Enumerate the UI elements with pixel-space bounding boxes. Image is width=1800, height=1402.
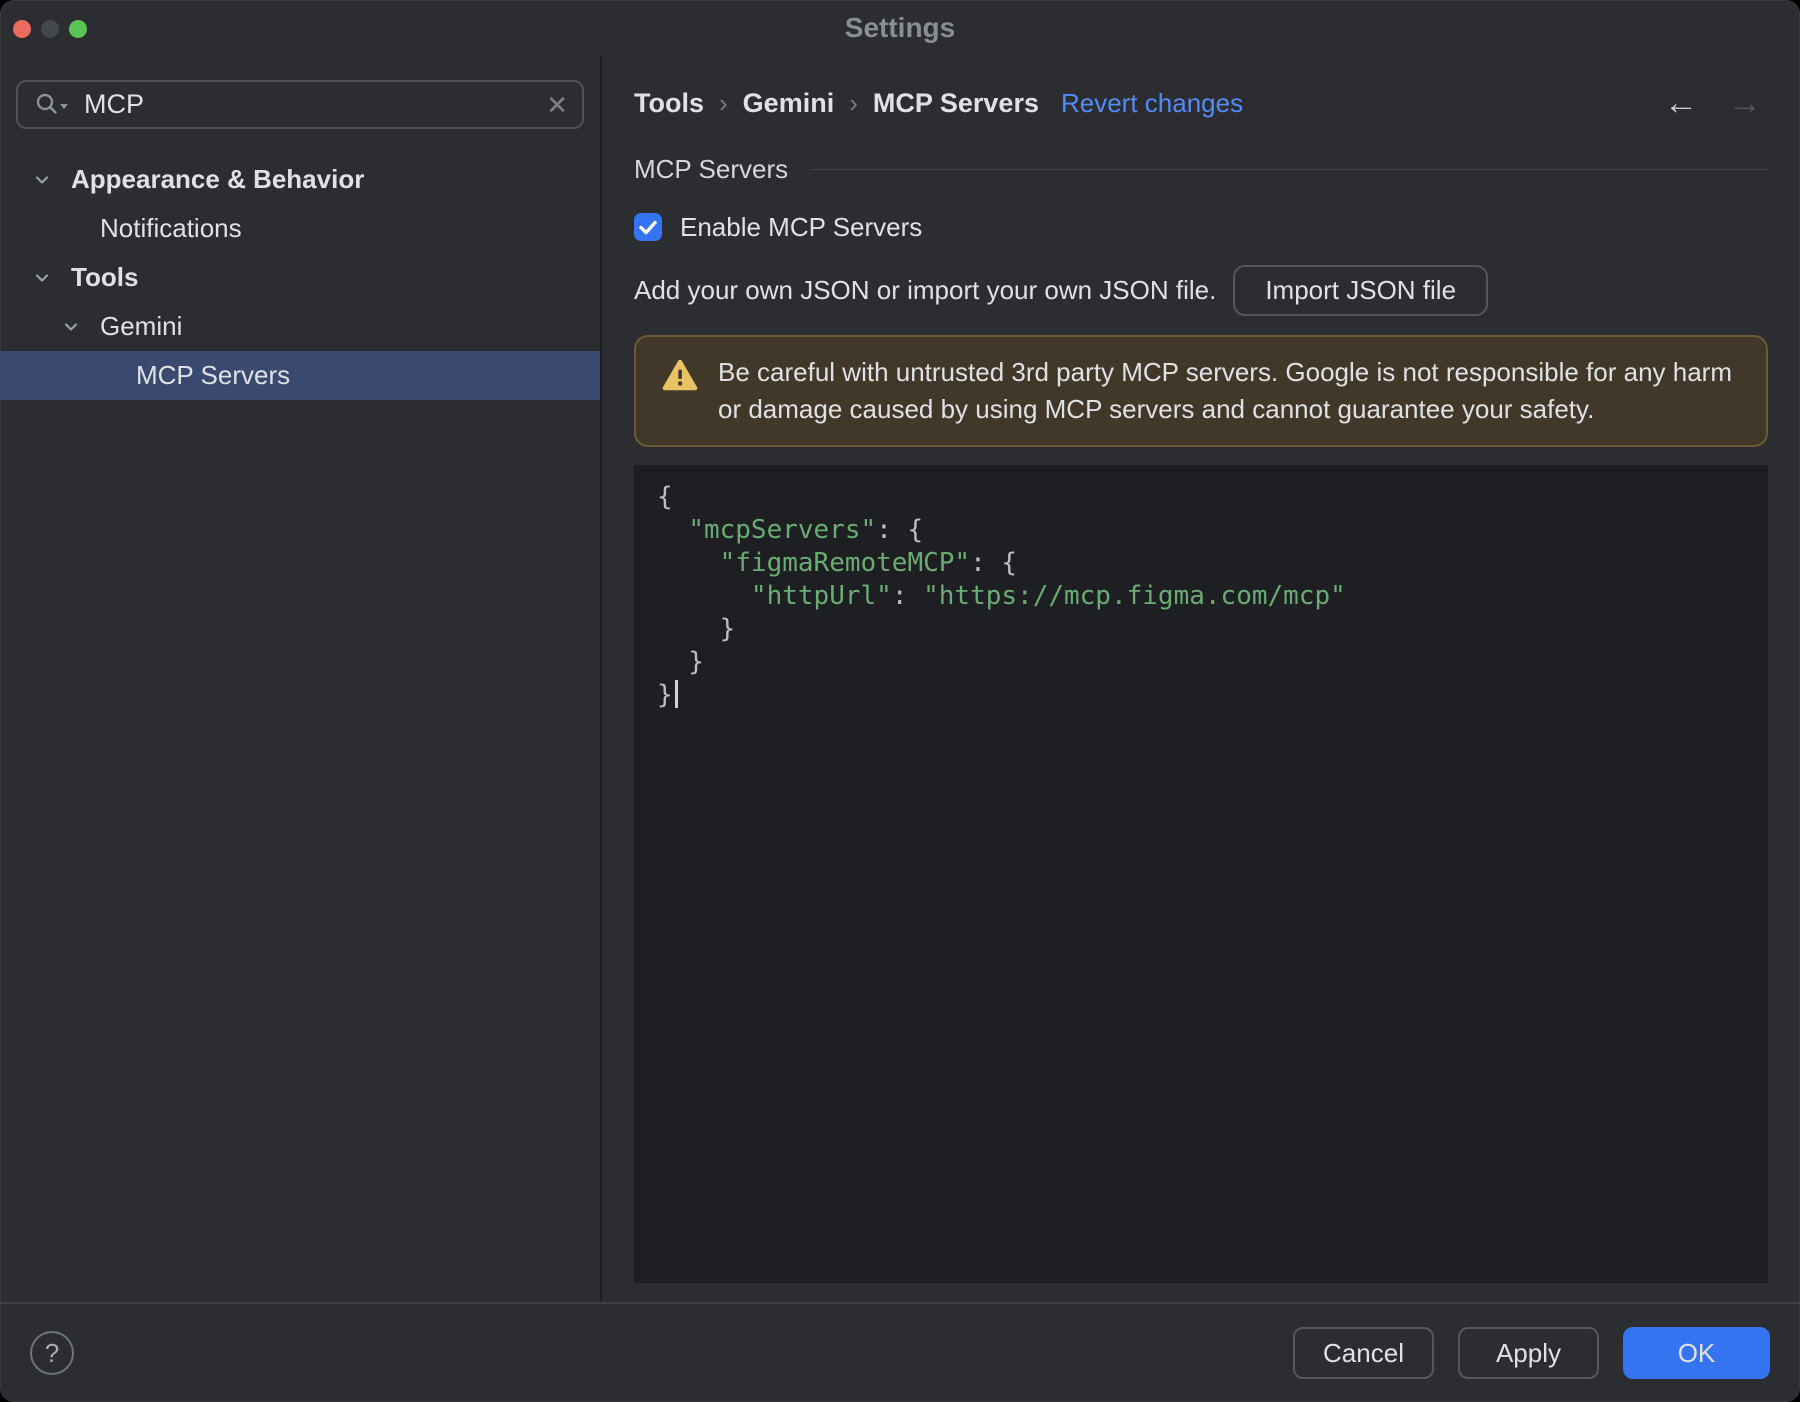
checkmark-icon: [639, 220, 657, 235]
sidebar-item-label: Notifications: [100, 213, 242, 243]
json-editor[interactable]: { "mcpServers": { "figmaRemoteMCP": { "h…: [634, 465, 1768, 1283]
json-key: "httpUrl": [750, 581, 892, 611]
json-string: "https://mcp.figma.com/mcp": [923, 581, 1346, 611]
clear-search-icon[interactable]: ✕: [546, 92, 568, 118]
sidebar-item-label: Appearance & Behavior: [71, 164, 365, 194]
mcp-servers-panel: Tools › Gemini › MCP Servers Revert chan…: [602, 55, 1800, 1302]
enable-mcp-row: Enable MCP Servers: [634, 205, 1768, 249]
dialog-footer: ? Cancel Apply OK: [0, 1302, 1800, 1402]
footer-buttons: Cancel Apply OK: [1293, 1327, 1770, 1379]
forward-arrow-icon[interactable]: →: [1728, 86, 1762, 120]
json-punct: [657, 515, 688, 545]
code-line: }: [657, 679, 1768, 712]
json-punct: }: [657, 614, 736, 644]
history-nav: ← →: [1664, 86, 1768, 120]
text-caret: [674, 679, 678, 708]
sidebar-item-mcp-servers[interactable]: MCP Servers: [0, 351, 600, 400]
sidebar-item-label: Tools: [71, 262, 139, 292]
sidebar-item-tools[interactable]: Tools: [0, 253, 600, 302]
sidebar-item-notifications[interactable]: Notifications: [0, 204, 600, 253]
json-punct: [657, 548, 720, 578]
json-key: "figmaRemoteMCP": [719, 548, 971, 578]
code-line: }: [657, 646, 1768, 679]
section-header: MCP Servers: [634, 147, 1768, 191]
json-punct: {: [657, 482, 673, 512]
back-arrow-icon[interactable]: ←: [1664, 86, 1698, 120]
revert-changes-link[interactable]: Revert changes: [1061, 88, 1243, 119]
cancel-button[interactable]: Cancel: [1293, 1327, 1434, 1379]
json-punct: [657, 581, 751, 611]
ok-button[interactable]: OK: [1623, 1327, 1770, 1379]
apply-button[interactable]: Apply: [1458, 1327, 1599, 1379]
sidebar-item-appearance-behavior[interactable]: Appearance & Behavior: [0, 155, 600, 204]
import-json-button[interactable]: Import JSON file: [1233, 265, 1489, 316]
breadcrumb-separator: ›: [719, 87, 728, 118]
titlebar: Settings: [0, 0, 1800, 55]
enable-mcp-checkbox[interactable]: [634, 213, 662, 241]
json-punct: }: [657, 680, 673, 710]
search-icon[interactable]: [34, 91, 70, 119]
chevron-down-icon[interactable]: [61, 317, 81, 337]
sidebar-item-label: MCP Servers: [136, 360, 291, 390]
json-punct: }: [657, 647, 704, 677]
section-title: MCP Servers: [634, 153, 789, 184]
breadcrumb-mcp-servers[interactable]: MCP Servers: [873, 88, 1039, 119]
json-punct: : {: [970, 548, 1018, 578]
json-key: "mcpServers": [688, 515, 877, 545]
warning-banner: Be careful with untrusted 3rd party MCP …: [634, 335, 1768, 447]
import-row: Add your own JSON or import your own JSO…: [634, 265, 1768, 316]
help-button[interactable]: ?: [30, 1331, 74, 1375]
settings-tree: Appearance & Behavior Notifications Tools G…: [0, 155, 600, 400]
chevron-down-icon[interactable]: [32, 268, 52, 288]
code-line: {: [657, 481, 1768, 514]
breadcrumb: Tools › Gemini › MCP Servers Revert chan…: [634, 81, 1768, 125]
code-line: "figmaRemoteMCP": {: [657, 547, 1768, 580]
json-punct: : {: [876, 515, 924, 545]
code-line: }: [657, 613, 1768, 646]
breadcrumb-tools[interactable]: Tools: [634, 88, 704, 119]
search-box[interactable]: ✕: [16, 80, 584, 129]
warning-icon: [662, 359, 698, 396]
settings-window: Settings ✕ Appearance & Behavior Notifica…: [0, 0, 1800, 1402]
import-hint-text: Add your own JSON or import your own JSO…: [634, 275, 1217, 305]
breadcrumb-separator: ›: [849, 87, 858, 118]
window-title: Settings: [844, 11, 956, 43]
section-divider: [810, 168, 1768, 170]
breadcrumb-gemini[interactable]: Gemini: [743, 88, 835, 119]
json-punct: :: [891, 581, 924, 611]
help-icon: ?: [44, 1337, 60, 1368]
sidebar-item-label: Gemini: [100, 311, 183, 341]
code-line: "mcpServers": {: [657, 514, 1768, 547]
settings-sidebar: ✕ Appearance & Behavior Notifications Tool…: [0, 55, 602, 1302]
enable-mcp-label: Enable MCP Servers: [680, 211, 923, 242]
sidebar-item-gemini[interactable]: Gemini: [0, 302, 600, 351]
code-line: "httpUrl": "https://mcp.figma.com/mcp": [657, 580, 1768, 613]
warning-text: Be careful with untrusted 3rd party MCP …: [718, 357, 1732, 424]
search-input[interactable]: [84, 89, 547, 120]
json-editor-content: { "mcpServers": { "figmaRemoteMCP": { "h…: [657, 481, 1768, 712]
chevron-down-icon[interactable]: [32, 170, 52, 190]
